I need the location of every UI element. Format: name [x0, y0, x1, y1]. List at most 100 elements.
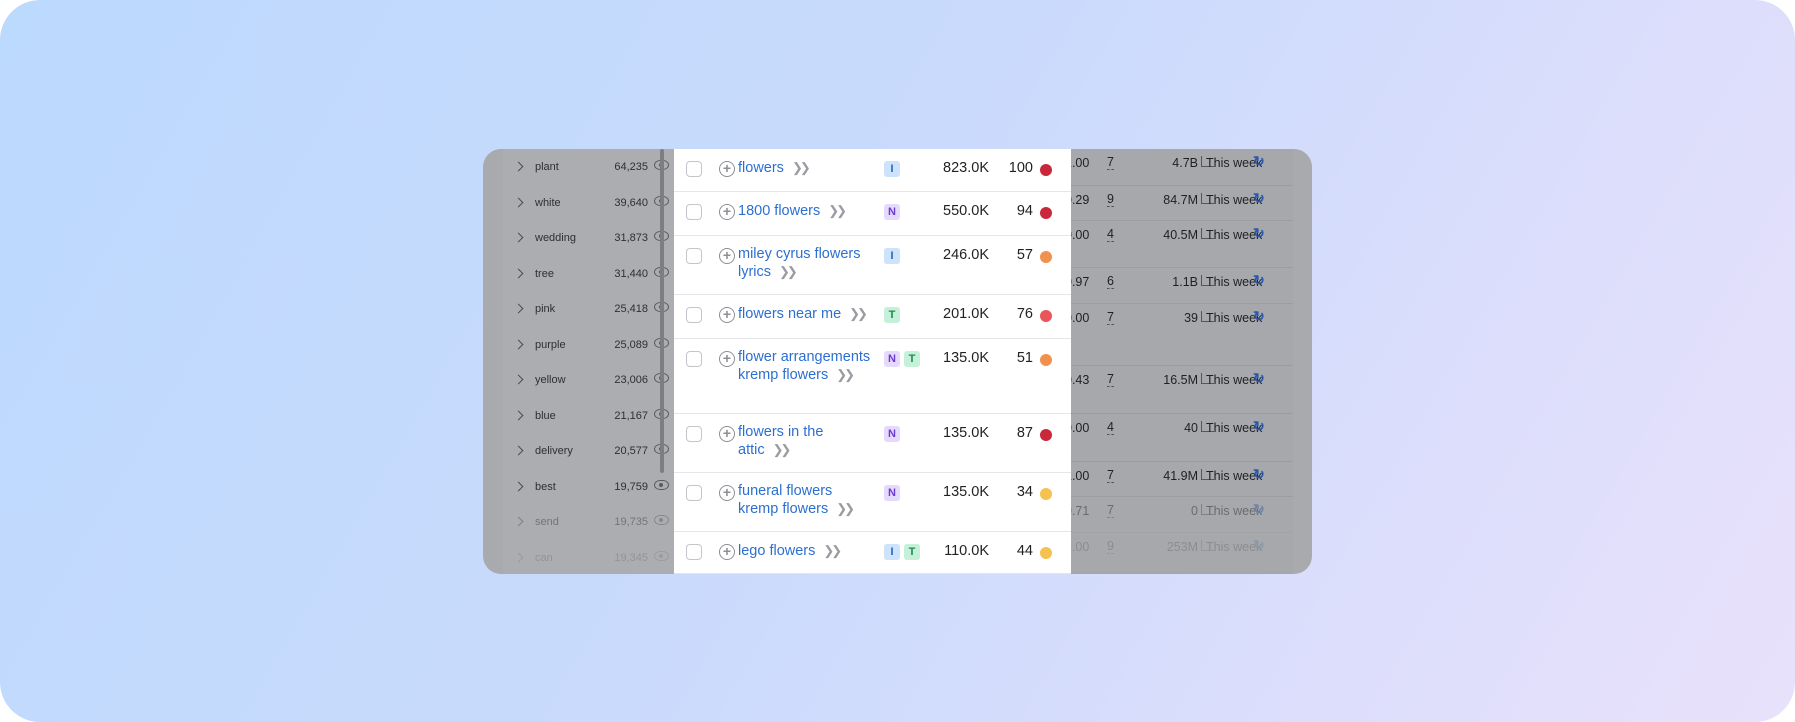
- row-checkbox[interactable]: [686, 485, 702, 501]
- plus-circle-icon[interactable]: +: [719, 307, 735, 323]
- competitors-link[interactable]: 9: [1107, 540, 1114, 554]
- double-chevron-right-icon[interactable]: ❯❯: [828, 203, 847, 218]
- chevron-right-icon[interactable]: [513, 552, 524, 562]
- keyword-text[interactable]: flowers: [738, 160, 784, 176]
- double-chevron-right-icon[interactable]: ❯❯: [823, 543, 842, 558]
- eye-icon[interactable]: [654, 550, 669, 561]
- chevron-right-icon[interactable]: [513, 374, 524, 385]
- plus-circle-icon[interactable]: +: [719, 161, 735, 177]
- keyword-link[interactable]: flowers in the attic ❯❯: [738, 424, 873, 459]
- sidebar-item-count: 20,577: [614, 445, 648, 457]
- keyword-groups-sidebar: plant 64,235 white 39,640 wedding 31,873 tree 3…: [503, 149, 675, 574]
- plus-circle-icon[interactable]: +: [719, 426, 735, 442]
- chevron-right-icon[interactable]: [513, 197, 524, 207]
- table-row: 0.43 7 16.5M This week ↻: [1065, 366, 1293, 414]
- sidebar-item-purple[interactable]: purple 25,089: [503, 333, 675, 363]
- double-chevron-right-icon[interactable]: ❯❯: [792, 160, 811, 175]
- sidebar-item-best[interactable]: best 19,759: [503, 475, 675, 505]
- competitors-link[interactable]: 7: [1107, 373, 1114, 387]
- intent-badge: N: [884, 485, 900, 501]
- chevron-right-icon[interactable]: [513, 516, 524, 527]
- double-chevron-right-icon[interactable]: ❯❯: [849, 306, 868, 321]
- row-checkbox[interactable]: [686, 204, 702, 220]
- competitors-link[interactable]: 4: [1107, 421, 1114, 435]
- sidebar-item-tree[interactable]: tree 31,440: [503, 262, 675, 292]
- sidebar-item-pink[interactable]: pink 25,418: [503, 297, 675, 327]
- serp-results: 84.7M: [1163, 193, 1198, 207]
- plus-circle-icon[interactable]: +: [719, 544, 735, 560]
- keyword-text[interactable]: 1800 flowers: [738, 203, 820, 219]
- chevron-right-icon[interactable]: [513, 161, 524, 172]
- keyword-link[interactable]: flowers ❯❯: [738, 159, 873, 177]
- double-chevron-right-icon[interactable]: ❯❯: [836, 501, 855, 516]
- double-chevron-right-icon[interactable]: ❯❯: [773, 442, 792, 457]
- refresh-icon[interactable]: ↻: [1253, 370, 1265, 387]
- sidebar-item-blue[interactable]: blue 21,167: [503, 404, 675, 434]
- sidebar-item-wedding[interactable]: wedding 31,873: [503, 226, 675, 256]
- chevron-right-icon[interactable]: [513, 232, 524, 243]
- sidebar-item-yellow[interactable]: yellow 23,006: [503, 368, 675, 398]
- eye-icon[interactable]: [654, 515, 669, 525]
- plus-circle-icon[interactable]: +: [719, 248, 735, 264]
- chevron-right-icon[interactable]: [513, 303, 524, 314]
- keyword-link[interactable]: miley cyrus flowers lyrics ❯❯: [738, 246, 873, 281]
- competitors-link[interactable]: 7: [1107, 311, 1114, 325]
- keyword-text[interactable]: flowers near me: [738, 306, 841, 322]
- table-row: 0.00 4 40 This week ↻: [1065, 414, 1293, 462]
- chevron-right-icon[interactable]: [513, 268, 524, 278]
- keyword-link[interactable]: flower arrangements kremp flowers ❯❯: [738, 349, 873, 384]
- refresh-icon[interactable]: ↻: [1253, 418, 1265, 435]
- keyword-text[interactable]: lego flowers: [738, 543, 815, 559]
- sidebar-scrollbar[interactable]: [660, 149, 664, 473]
- chevron-right-icon[interactable]: [513, 410, 524, 420]
- competitors-link[interactable]: 4: [1107, 228, 1114, 242]
- row-checkbox[interactable]: [686, 161, 702, 177]
- competitors-link[interactable]: 9: [1107, 193, 1114, 207]
- sidebar-item-send[interactable]: send 19,735: [503, 510, 675, 540]
- competitors-link[interactable]: 7: [1107, 504, 1114, 518]
- sidebar-item-label: wedding: [535, 232, 576, 244]
- refresh-icon[interactable]: ↻: [1253, 537, 1265, 554]
- keyword-text[interactable]: miley cyrus flowers lyrics: [738, 246, 860, 280]
- refresh-icon[interactable]: ↻: [1253, 308, 1265, 325]
- chevron-right-icon[interactable]: [513, 445, 524, 456]
- keyword-difficulty: 34: [1016, 484, 1033, 500]
- keyword-link[interactable]: lego flowers ❯❯: [738, 542, 873, 560]
- row-checkbox[interactable]: [686, 307, 702, 323]
- keyword-link[interactable]: funeral flowers kremp flowers ❯❯: [738, 483, 873, 518]
- competitors-link[interactable]: 7: [1107, 156, 1114, 170]
- double-chevron-right-icon[interactable]: ❯❯: [836, 367, 855, 382]
- sidebar-item-plant[interactable]: plant 64,235: [503, 155, 675, 185]
- row-checkbox[interactable]: [686, 544, 702, 560]
- eye-icon[interactable]: [654, 479, 669, 490]
- refresh-icon[interactable]: ↻: [1253, 501, 1265, 518]
- plus-circle-icon[interactable]: +: [719, 351, 735, 367]
- competitors-link[interactable]: 6: [1107, 275, 1114, 289]
- refresh-icon[interactable]: ↻: [1253, 153, 1265, 170]
- sidebar-item-label: delivery: [535, 445, 573, 457]
- sidebar-item-count: 19,345: [614, 551, 648, 564]
- refresh-icon[interactable]: ↻: [1253, 190, 1265, 207]
- sidebar-item-label: can: [535, 551, 553, 564]
- refresh-icon[interactable]: ↻: [1253, 272, 1265, 289]
- keyword-link[interactable]: flowers near me ❯❯: [738, 305, 873, 323]
- plus-circle-icon[interactable]: +: [719, 204, 735, 220]
- intent-badge: T: [904, 544, 920, 560]
- competitors-link[interactable]: 7: [1107, 469, 1114, 483]
- sidebar-item-white[interactable]: white 39,640: [503, 191, 675, 221]
- plus-circle-icon[interactable]: +: [719, 485, 735, 501]
- double-chevron-right-icon[interactable]: ❯❯: [779, 264, 798, 279]
- row-checkbox[interactable]: [686, 426, 702, 442]
- sidebar-item-count: 21,167: [614, 409, 648, 422]
- row-checkbox[interactable]: [686, 248, 702, 264]
- sidebar-item-can[interactable]: can 19,345: [503, 546, 675, 575]
- refresh-icon[interactable]: ↻: [1253, 225, 1265, 242]
- refresh-icon[interactable]: ↻: [1253, 466, 1265, 483]
- keyword-link[interactable]: 1800 flowers ❯❯: [738, 202, 873, 220]
- chevron-right-icon[interactable]: [513, 481, 524, 491]
- keyword-text[interactable]: funeral flowers kremp flowers: [738, 483, 832, 517]
- table-right-columns: 1.00 7 4.7B This week ↻ 0.29 9 84.7M This week ↻ 0…: [1065, 149, 1293, 574]
- row-checkbox[interactable]: [686, 351, 702, 367]
- chevron-right-icon[interactable]: [513, 339, 524, 349]
- sidebar-item-delivery[interactable]: delivery 20,577: [503, 439, 675, 469]
